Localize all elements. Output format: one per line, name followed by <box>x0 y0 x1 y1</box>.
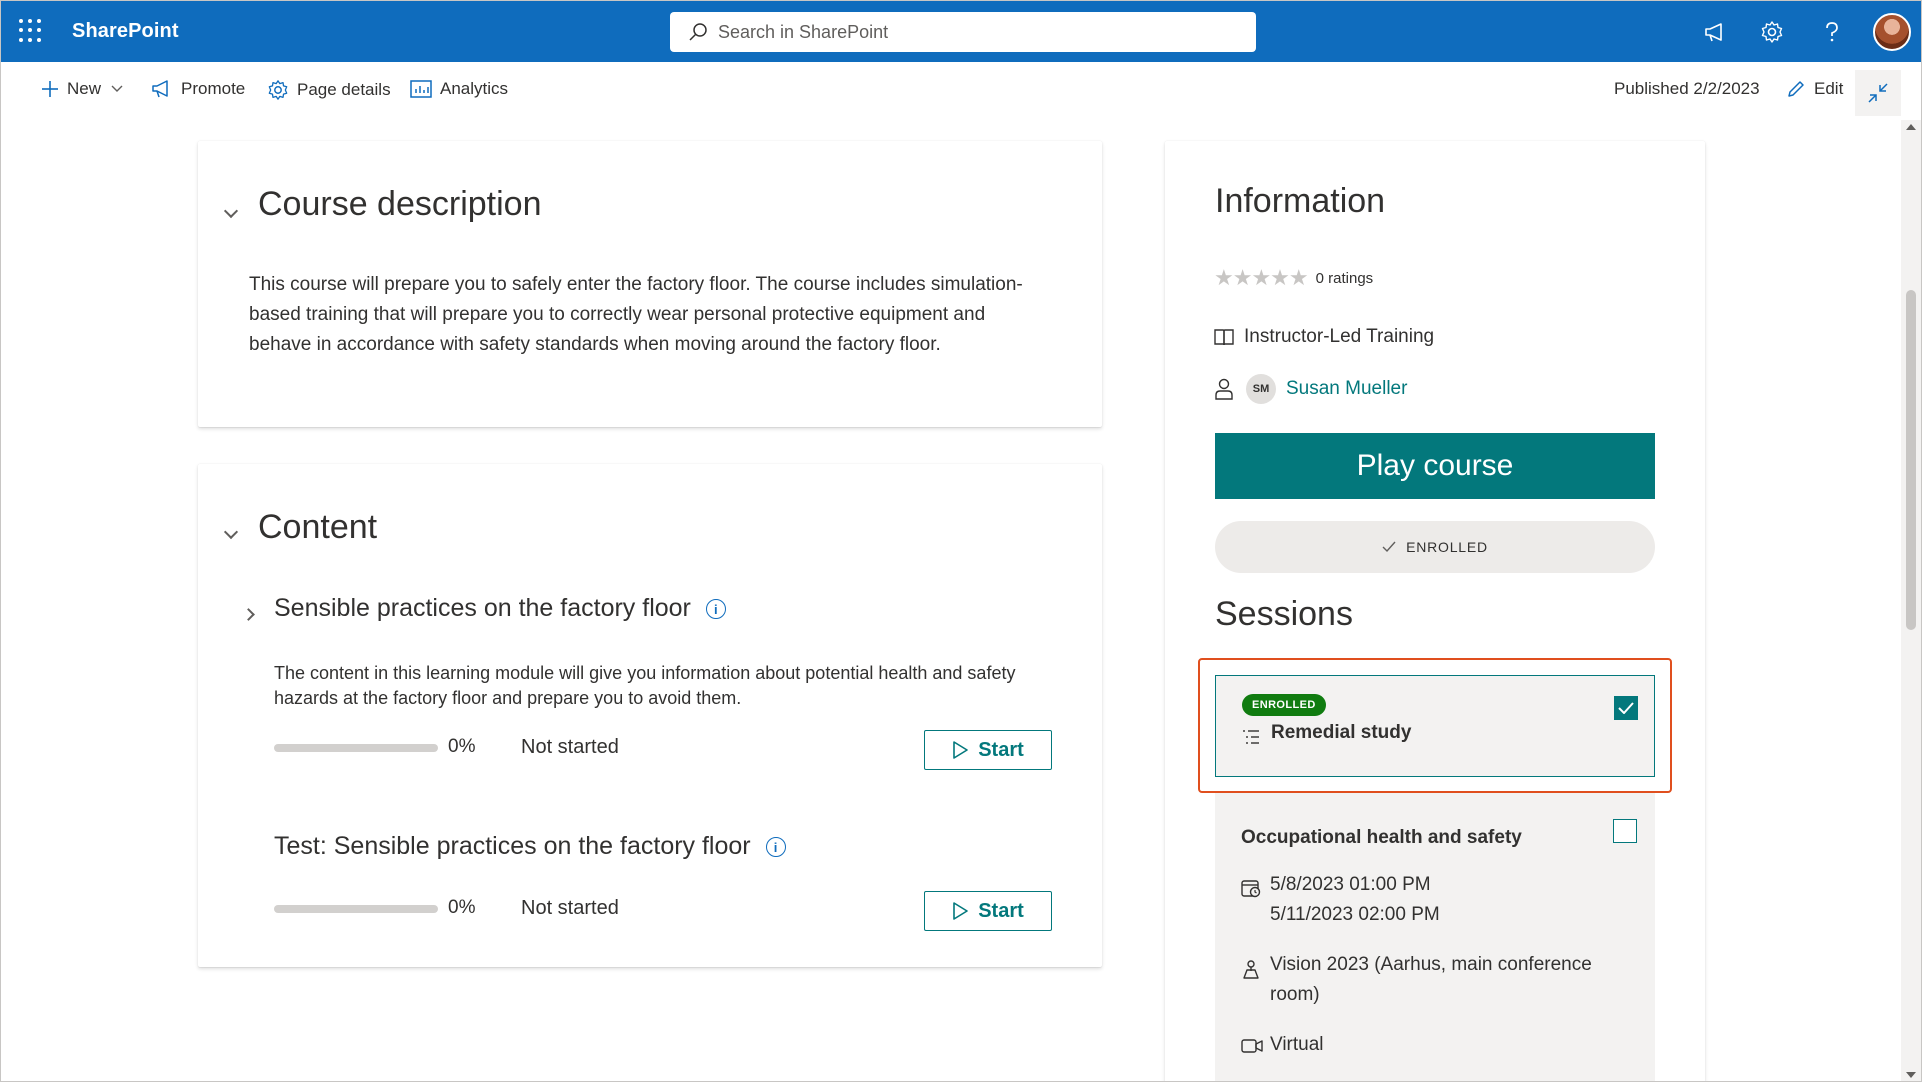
page-details-button[interactable]: Page details <box>267 79 391 101</box>
location-icon <box>1243 960 1259 979</box>
session-item-occupational-health[interactable]: Occupational health and safety 5/8/2023 … <box>1215 793 1655 1081</box>
list-icon <box>1243 730 1259 744</box>
new-label: New <box>67 79 102 98</box>
module-description: The content in this learning module will… <box>274 663 1016 708</box>
enrolled-badge: ENROLLED <box>1242 694 1326 716</box>
session-start-date: 5/8/2023 01:00 PM <box>1270 874 1431 895</box>
enrolled-status-pill: ENROLLED <box>1215 521 1655 573</box>
megaphone-icon[interactable] <box>1701 18 1729 46</box>
module-start-button[interactable]: Start <box>924 730 1052 770</box>
course-description-collapse-toggle[interactable] <box>223 203 239 221</box>
module-status: Not started <box>521 736 619 758</box>
video-icon <box>1241 1039 1263 1053</box>
session-name: Occupational health and safety <box>1241 827 1522 848</box>
checkmark-icon <box>1382 541 1396 553</box>
module-progress-bar <box>274 744 438 752</box>
information-title: Information <box>1215 182 1386 220</box>
analytics-label: Analytics <box>440 79 509 98</box>
new-button[interactable]: New <box>41 79 123 99</box>
promote-label: Promote <box>181 79 246 98</box>
scroll-up-arrow-icon[interactable] <box>1906 124 1916 130</box>
session-location-line2: room) <box>1270 984 1320 1005</box>
info-icon[interactable]: i <box>765 837 786 858</box>
scroll-thumb[interactable] <box>1906 290 1916 630</box>
vertical-scrollbar[interactable] <box>1901 120 1921 1081</box>
session-location-line1: Vision 2023 (Aarhus, main conference <box>1270 954 1592 975</box>
help-icon[interactable] <box>1818 18 1846 46</box>
module-progress-percent: 0% <box>448 736 476 757</box>
start-label: Start <box>978 899 1024 922</box>
instructor-avatar: SM <box>1246 374 1276 404</box>
browser-frame: SharePoint Search in SharePoint New Prom… <box>0 0 1922 1082</box>
ratings-count: 0 ratings <box>1315 269 1374 287</box>
edit-button[interactable]: Edit <box>1786 79 1843 99</box>
chevron-right-icon <box>242 608 255 621</box>
sessions-title: Sessions <box>1215 595 1353 633</box>
plus-icon <box>42 81 58 97</box>
course-description-title: Course description <box>258 185 542 223</box>
megaphone-icon <box>152 80 168 98</box>
analytics-icon <box>410 80 432 98</box>
promote-button[interactable]: Promote <box>151 79 245 99</box>
module-expand-toggle[interactable] <box>242 606 255 624</box>
test-progress-bar <box>274 905 438 913</box>
chevron-down-icon <box>223 203 239 219</box>
collapse-button[interactable] <box>1855 70 1901 116</box>
play-icon <box>953 902 969 920</box>
book-icon <box>1214 329 1234 346</box>
edit-label: Edit <box>1814 79 1844 98</box>
scroll-down-arrow-icon[interactable] <box>1906 1072 1916 1078</box>
test-title-text: Test: Sensible practices on the factory … <box>274 832 751 860</box>
gear-icon[interactable] <box>1758 18 1786 46</box>
play-icon <box>953 741 969 759</box>
session-checkbox-unchecked[interactable] <box>1613 819 1637 843</box>
app-name[interactable]: SharePoint <box>72 20 179 43</box>
info-icon[interactable]: i <box>705 599 726 620</box>
training-type-label: Instructor-Led Training <box>1244 326 1435 347</box>
calendar-icon <box>1241 880 1261 898</box>
command-bar: New Promote Page details Analytics Publi… <box>1 62 1921 120</box>
session-checkbox-checked[interactable] <box>1614 696 1638 720</box>
play-course-button[interactable]: Play course <box>1215 433 1655 499</box>
page-details-label: Page details <box>297 80 391 99</box>
chevron-down-icon <box>111 85 123 92</box>
start-label: Start <box>978 738 1024 761</box>
search-input[interactable] <box>718 21 1218 43</box>
rating-row: ★★★★★ 0 ratings <box>1214 265 1373 291</box>
instructor-row: SM Susan Mueller <box>1214 374 1407 404</box>
search-box[interactable] <box>670 12 1256 52</box>
user-avatar[interactable] <box>1873 13 1911 51</box>
app-launcher-icon[interactable] <box>19 19 43 43</box>
content-collapse-toggle[interactable] <box>223 524 239 542</box>
gear-icon <box>268 80 288 100</box>
session-end-date: 5/11/2023 02:00 PM <box>1270 904 1440 925</box>
module-title: Sensible practices on the factory floor … <box>274 594 726 623</box>
suite-bar: SharePoint <box>1 1 1921 62</box>
test-status: Not started <box>521 897 619 919</box>
chevron-down-icon <box>223 524 239 540</box>
collapse-icon <box>1868 83 1888 103</box>
published-date: Published 2/2/2023 <box>1614 79 1760 98</box>
test-title: Test: Sensible practices on the factory … <box>274 832 786 861</box>
rating-stars[interactable]: ★★★★★ <box>1214 265 1309 291</box>
content-title: Content <box>258 508 378 546</box>
enrolled-pill-label: ENROLLED <box>1406 539 1488 555</box>
session-mode: Virtual <box>1270 1034 1324 1055</box>
module-title-text: Sensible practices on the factory floor <box>274 594 691 622</box>
search-icon <box>689 23 707 41</box>
person-icon <box>1215 378 1233 400</box>
pencil-icon <box>1788 81 1804 97</box>
course-description-card: Course description This course will prep… <box>198 141 1102 427</box>
training-type: Instructor-Led Training <box>1214 326 1434 348</box>
checkmark-icon <box>1618 702 1634 714</box>
course-description-text: This course will prepare you to safely e… <box>249 274 1023 355</box>
content-card: Content Sensible practices on the factor… <box>198 464 1102 967</box>
session-name: Remedial study <box>1271 722 1412 743</box>
analytics-button[interactable]: Analytics <box>410 79 508 99</box>
session-item-remedial-study[interactable]: ENROLLED Remedial study <box>1215 675 1655 777</box>
instructor-link[interactable]: Susan Mueller <box>1286 378 1407 400</box>
test-progress-percent: 0% <box>448 897 476 918</box>
test-start-button[interactable]: Start <box>924 891 1052 931</box>
